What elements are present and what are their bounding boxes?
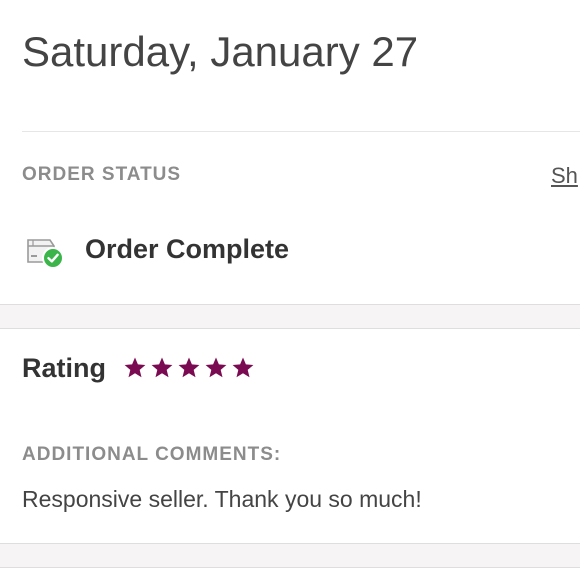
star-icon xyxy=(232,357,254,378)
order-status-label: ORDER STATUS xyxy=(22,164,182,185)
review-card: Rating ADDITIONAL COMMENTS: Responsive s… xyxy=(0,328,580,544)
rating-label: Rating xyxy=(22,353,106,383)
order-date-heading: Saturday, January 27 xyxy=(22,28,419,75)
order-details-page: Saturday, January 27 ORDER STATUS Sh Ord… xyxy=(0,0,580,580)
star-icon xyxy=(124,357,146,378)
show-details-link[interactable]: Sh xyxy=(551,163,578,189)
next-card xyxy=(0,567,580,580)
package-check-icon xyxy=(27,239,64,269)
order-summary-card: Saturday, January 27 ORDER STATUS Sh Ord… xyxy=(0,0,580,305)
rating-stars xyxy=(123,356,255,380)
divider xyxy=(22,131,580,132)
comments-label: ADDITIONAL COMMENTS: xyxy=(22,444,282,465)
comment-text: Responsive seller. Thank you so much! xyxy=(22,486,422,512)
star-icon xyxy=(205,357,227,378)
star-icon xyxy=(151,357,173,378)
order-status-value: Order Complete xyxy=(85,234,290,264)
star-icon xyxy=(178,357,200,378)
